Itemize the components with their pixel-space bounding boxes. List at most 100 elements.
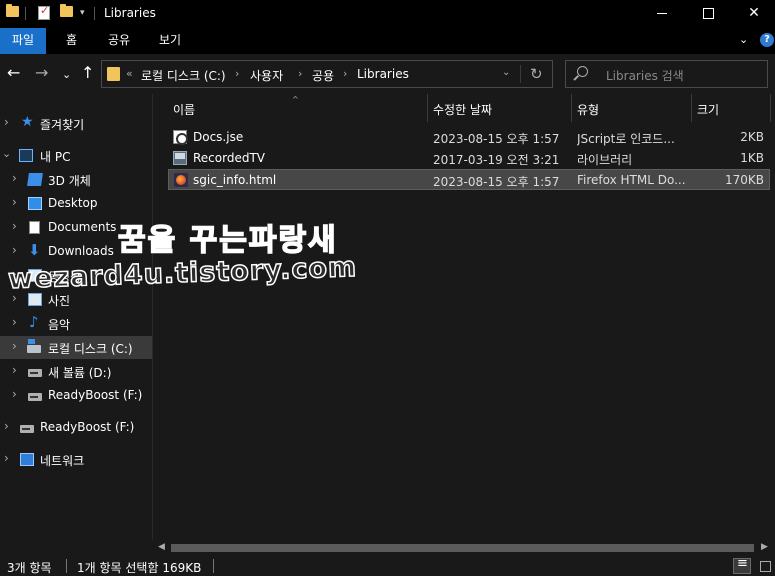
- separator: [520, 65, 521, 83]
- overflow-chevron[interactable]: «: [126, 67, 133, 80]
- column-header-type[interactable]: 유형: [571, 94, 691, 122]
- expand-chevron-icon[interactable]: ›: [12, 171, 17, 185]
- file-row[interactable]: Docs.jse 2023-08-15 오후 1:57 JScript로 인코드…: [168, 127, 770, 148]
- jse-file-icon: [173, 130, 188, 145]
- collapse-chevron-icon[interactable]: ⌄: [2, 147, 11, 160]
- file-type: JScript로 인코드...: [577, 132, 675, 146]
- column-header-name[interactable]: 이름: [153, 94, 427, 122]
- file-list: ^ 이름 수정한 날짜 유형 크기 Docs.jse 2023-08-15 오후…: [153, 94, 775, 540]
- sidebar-item-label: Desktop: [48, 196, 98, 210]
- sidebar-item-local-disk-c[interactable]: › 로컬 디스크 (C:): [0, 336, 152, 359]
- sidebar-item-network[interactable]: › 네트워크: [0, 448, 152, 471]
- help-icon[interactable]: ?: [760, 33, 774, 47]
- scroll-right-icon[interactable]: ▶: [761, 542, 768, 552]
- search-icon: [577, 66, 588, 77]
- star-icon: ★: [21, 114, 34, 130]
- forward-button[interactable]: →: [35, 64, 48, 82]
- separator: [25, 7, 26, 20]
- file-type: Firefox HTML Do...: [577, 173, 686, 187]
- column-divider[interactable]: [770, 94, 771, 122]
- address-bar[interactable]: « 로컬 디스크 (C:) › 사용자 › 공용 › Libraries ⌄ ↻: [101, 60, 553, 88]
- tab-view[interactable]: 보기: [147, 28, 193, 54]
- expand-chevron-icon[interactable]: ›: [12, 219, 17, 233]
- sidebar-item-this-pc[interactable]: ⌄ 내 PC: [0, 144, 152, 167]
- sidebar-item-desktop[interactable]: › Desktop: [0, 192, 152, 215]
- breadcrumb-separator[interactable]: ›: [298, 67, 302, 80]
- details-view-button[interactable]: [733, 556, 751, 574]
- sidebar-item-3d-objects[interactable]: › 3D 개체: [0, 168, 152, 191]
- maximize-button[interactable]: [685, 0, 731, 28]
- sidebar-item-readyboost-f[interactable]: › ReadyBoost (F:): [0, 384, 152, 407]
- expand-chevron-icon[interactable]: ›: [12, 243, 17, 257]
- sidebar-item-label: 내 PC: [40, 150, 71, 164]
- sidebar-item-label: Documents: [48, 220, 117, 234]
- column-divider[interactable]: [571, 94, 572, 122]
- documents-icon: [29, 221, 40, 234]
- expand-chevron-icon[interactable]: ›: [12, 387, 17, 401]
- file-size: 1KB: [740, 151, 764, 165]
- status-bar: 3개 항목 1개 항목 선택함 169KB: [0, 556, 775, 576]
- column-divider[interactable]: [427, 94, 428, 122]
- sidebar-item-quick-access[interactable]: › ★ 즐겨찾기: [0, 112, 152, 135]
- column-label: 이름: [173, 103, 196, 117]
- new-folder-icon[interactable]: [60, 4, 73, 17]
- sidebar-item-readyboost-f-root[interactable]: › ReadyBoost (F:): [0, 416, 152, 439]
- column-label: 유형: [577, 103, 600, 117]
- breadcrumb-public[interactable]: 공용: [312, 67, 334, 84]
- horizontal-scrollbar[interactable]: ◀ ▶: [153, 540, 775, 556]
- watermark-title: 꿈을 꾸는파랑새: [117, 222, 338, 259]
- breadcrumb-separator[interactable]: ›: [235, 67, 239, 80]
- sidebar-item-music[interactable]: › ♪ 음악: [0, 312, 152, 335]
- close-button[interactable]: ✕: [731, 0, 775, 28]
- breadcrumb-local-disk[interactable]: 로컬 디스크 (C:): [141, 67, 226, 84]
- up-button[interactable]: ↑: [81, 64, 94, 82]
- breadcrumb-libraries[interactable]: Libraries: [357, 67, 409, 81]
- column-header-size[interactable]: 크기: [691, 94, 771, 122]
- library-icon: [173, 151, 187, 165]
- search-box[interactable]: Libraries 검색: [565, 60, 768, 88]
- large-icons-view-button[interactable]: [756, 558, 774, 574]
- properties-icon[interactable]: [38, 4, 50, 20]
- column-divider[interactable]: [691, 94, 692, 122]
- music-icon: ♪: [29, 313, 39, 331]
- expand-chevron-icon[interactable]: ›: [4, 115, 9, 129]
- minimize-button[interactable]: [639, 0, 685, 28]
- expand-chevron-icon[interactable]: ›: [4, 419, 9, 433]
- scroll-left-icon[interactable]: ◀: [158, 542, 165, 552]
- column-label: 수정한 날짜: [433, 103, 493, 117]
- drive-icon: [28, 393, 42, 401]
- separator: [66, 559, 67, 573]
- expand-chevron-icon[interactable]: ›: [12, 195, 17, 209]
- file-row[interactable]: RecordedTV 2017-03-19 오전 3:21 라이브러리 1KB: [168, 148, 770, 169]
- expand-chevron-icon[interactable]: ›: [4, 451, 9, 465]
- file-size: 2KB: [740, 130, 764, 144]
- file-size: 170KB: [724, 173, 764, 187]
- computer-icon: [19, 149, 33, 162]
- tab-file[interactable]: 파일: [0, 28, 47, 54]
- scrollbar-thumb[interactable]: [171, 544, 754, 552]
- breadcrumb-users[interactable]: 사용자: [250, 67, 283, 84]
- pictures-icon: [28, 293, 42, 306]
- quick-access-dropdown[interactable]: ▾: [80, 8, 85, 18]
- expand-chevron-icon[interactable]: ›: [12, 363, 17, 377]
- address-dropdown-icon[interactable]: ⌄: [502, 67, 510, 78]
- refresh-button[interactable]: ↻: [530, 65, 543, 83]
- sidebar-item-label: 즐겨찾기: [40, 118, 85, 132]
- file-row-selected[interactable]: sgic_info.html 2023-08-15 오후 1:57 Firefo…: [168, 169, 770, 190]
- folder-icon[interactable]: [6, 4, 19, 17]
- tab-share[interactable]: 공유: [96, 28, 142, 54]
- expand-chevron-icon[interactable]: ›: [12, 315, 17, 329]
- title-bar: ▾ Libraries ✕: [0, 0, 775, 28]
- recent-locations-button[interactable]: ⌄: [62, 66, 71, 84]
- tab-home[interactable]: 홈: [54, 28, 89, 54]
- ribbon-expand-icon[interactable]: ⌄: [739, 33, 748, 46]
- sidebar-item-new-volume-d[interactable]: › 새 볼륨 (D:): [0, 360, 152, 383]
- breadcrumb-separator[interactable]: ›: [343, 67, 347, 80]
- column-header-modified[interactable]: 수정한 날짜: [427, 94, 571, 122]
- sidebar-item-label: Downloads: [48, 244, 114, 258]
- item-count: 3개 항목: [7, 561, 52, 575]
- downloads-icon: ⬇: [28, 241, 41, 259]
- expand-chevron-icon[interactable]: ›: [12, 339, 17, 353]
- back-button[interactable]: ←: [7, 64, 20, 82]
- file-modified: 2023-08-15 오후 1:57: [433, 132, 560, 146]
